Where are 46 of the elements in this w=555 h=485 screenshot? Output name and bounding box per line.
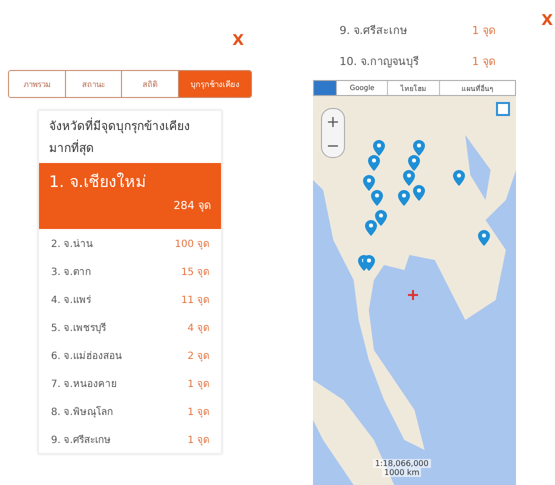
map-pin-icon[interactable]: [413, 140, 425, 156]
map-pin-icon[interactable]: [478, 230, 490, 246]
point-count: 2 จุด: [187, 350, 209, 362]
map-pin-icon[interactable]: [408, 155, 420, 171]
map-pin-icon[interactable]: [373, 140, 385, 156]
province-name: 5. จ.เพชรบุรี: [51, 322, 106, 334]
map-pin-icon[interactable]: [371, 190, 383, 206]
map-pin-icon[interactable]: [363, 255, 375, 271]
province-name: 10. จ.กาญจนบุรี: [340, 54, 419, 70]
close-button[interactable]: X: [230, 30, 246, 50]
point-count: 100 จุด: [174, 238, 209, 250]
map-pin-icon[interactable]: [375, 210, 387, 226]
point-count: 11 จุด: [181, 294, 209, 306]
point-count: 1 จุด: [187, 434, 209, 446]
map-pin-icon[interactable]: [398, 190, 410, 206]
point-count: 1 จุด: [472, 22, 496, 38]
point-count: 4 จุด: [187, 322, 209, 334]
zoom-in-button[interactable]: +: [322, 109, 344, 133]
top-province-name: 1. จ.เชียงใหม่: [49, 171, 148, 193]
province-name: 7. จ.หนองคาย: [51, 378, 117, 390]
point-count: 1 จุด: [187, 406, 209, 418]
tab[interactable]: บุกรุกช้างเคียง: [178, 71, 251, 97]
map-pin-icon[interactable]: [368, 155, 380, 171]
ranking-title: จังหวัดที่มีจุดบุกรุกข้างเคียงมากที่สุด: [48, 116, 191, 158]
province-name: 9. จ.ศรีสะเกษ: [340, 22, 407, 38]
point-count: 1 จุด: [472, 54, 496, 70]
province-name: 2. จ.น่าน: [51, 238, 93, 250]
map-pin-icon[interactable]: [363, 175, 375, 191]
map-pin-icon[interactable]: [365, 220, 377, 236]
province-name: 6. จ.แม่ฮ่องสอน: [51, 350, 122, 362]
map-pin-icon[interactable]: [403, 170, 415, 186]
fullscreen-icon[interactable]: [496, 102, 510, 116]
scale-distance: 1000 km: [382, 468, 422, 477]
province-name: 9. จ.ศรีสะเกษ: [51, 434, 111, 446]
top-province-count: 284 จุด: [174, 198, 211, 214]
tab[interactable]: ภาพรวม: [9, 71, 66, 97]
map-pin-icon[interactable]: [453, 170, 465, 186]
point-count: 15 จุด: [181, 266, 209, 278]
province-name: 8. จ.พิษณุโลก: [51, 405, 113, 418]
province-name: 4. จ.แพร่: [51, 294, 91, 306]
province-name: 3. จ.ตาก: [51, 266, 91, 278]
map-pin-icon[interactable]: [413, 185, 425, 201]
map-scale: 1:18,066,000: [373, 459, 431, 468]
point-count: 1 จุด: [187, 378, 209, 390]
zoom-out-button[interactable]: −: [322, 133, 344, 157]
close-button[interactable]: X: [539, 10, 555, 30]
